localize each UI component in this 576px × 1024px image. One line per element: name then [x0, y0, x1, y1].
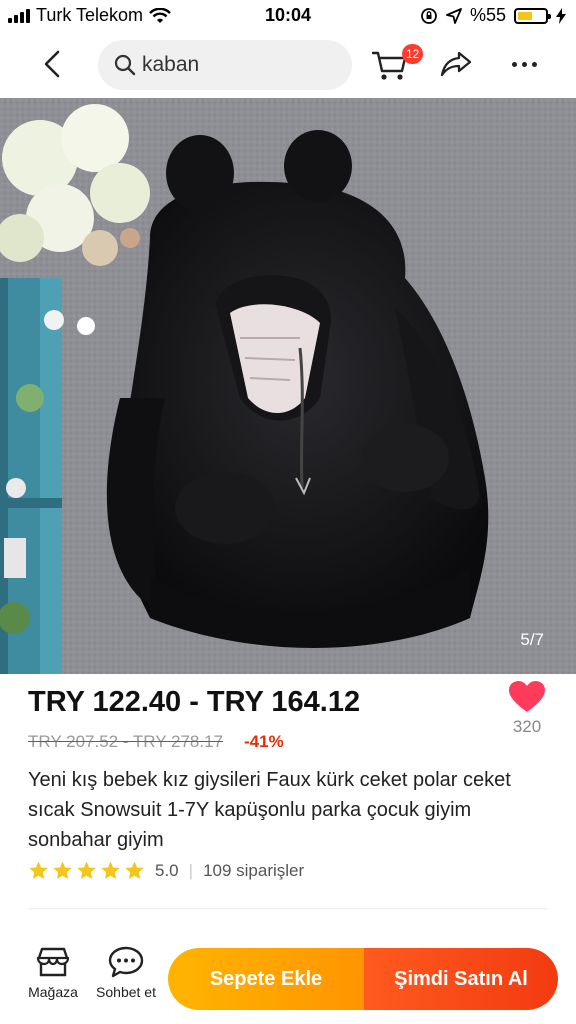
original-price: TRY 207.52 - TRY 278.17 [28, 732, 224, 751]
charging-icon [556, 7, 566, 24]
bottom-action-bar: Mağaza Sohbet et Sepete Ekle Şimdi Satın… [0, 940, 576, 1024]
chat-label: Sohbet et [96, 984, 156, 1000]
store-button[interactable]: Mağaza [24, 946, 82, 1000]
orders-count: 109 siparişler [203, 860, 305, 880]
rating-value: 5.0 [155, 860, 179, 880]
price-range: TRY 122.40 - TRY 164.12 [28, 686, 361, 718]
product-image-gallery[interactable]: 5/7 [0, 98, 576, 674]
heart-icon [509, 681, 545, 712]
orientation-lock-icon [421, 7, 437, 24]
star-icon [101, 861, 120, 879]
more-button[interactable] [506, 46, 542, 82]
rating-row[interactable]: 5.0 | 109 siparişler [28, 860, 304, 881]
image-counter: 5/7 [520, 630, 544, 649]
rating-separator: | [188, 860, 194, 880]
store-icon [36, 947, 70, 977]
search-bar[interactable] [98, 40, 352, 90]
divider [28, 908, 548, 909]
buy-now-button[interactable]: Şimdi Satın Al [364, 948, 558, 1010]
battery-percent: %55 [469, 5, 506, 25]
more-icon [511, 61, 517, 67]
back-icon [44, 50, 60, 78]
cart-count-badge: 12 [402, 44, 424, 64]
status-right: %55 [420, 5, 566, 26]
star-icon [77, 861, 96, 879]
share-icon [440, 51, 472, 77]
wishlist-count: 320 [512, 717, 542, 736]
back-button[interactable] [36, 48, 68, 80]
discount-badge: -41% [244, 732, 284, 751]
battery-level [518, 11, 533, 20]
header: 12 [0, 32, 576, 96]
rating-stars [28, 860, 145, 881]
star-icon [53, 861, 72, 879]
star-icon [29, 861, 48, 879]
search-icon [114, 54, 136, 76]
location-icon [446, 7, 462, 24]
add-to-cart-button[interactable]: Sepete Ekle [168, 948, 364, 1010]
wishlist-button[interactable] [508, 680, 546, 714]
product-photo [0, 98, 576, 674]
chat-icon [108, 946, 144, 978]
battery-icon [514, 7, 551, 24]
search-input[interactable] [142, 53, 332, 77]
status-bar: Turk Telekom 10:04 %55 [0, 0, 576, 32]
star-icon [125, 861, 144, 879]
store-label: Mağaza [28, 984, 78, 1000]
share-button[interactable] [438, 46, 474, 82]
chat-button[interactable]: Sohbet et [90, 946, 162, 1000]
product-title: Yeni kış bebek kız giysileri Faux kürk c… [28, 769, 511, 851]
